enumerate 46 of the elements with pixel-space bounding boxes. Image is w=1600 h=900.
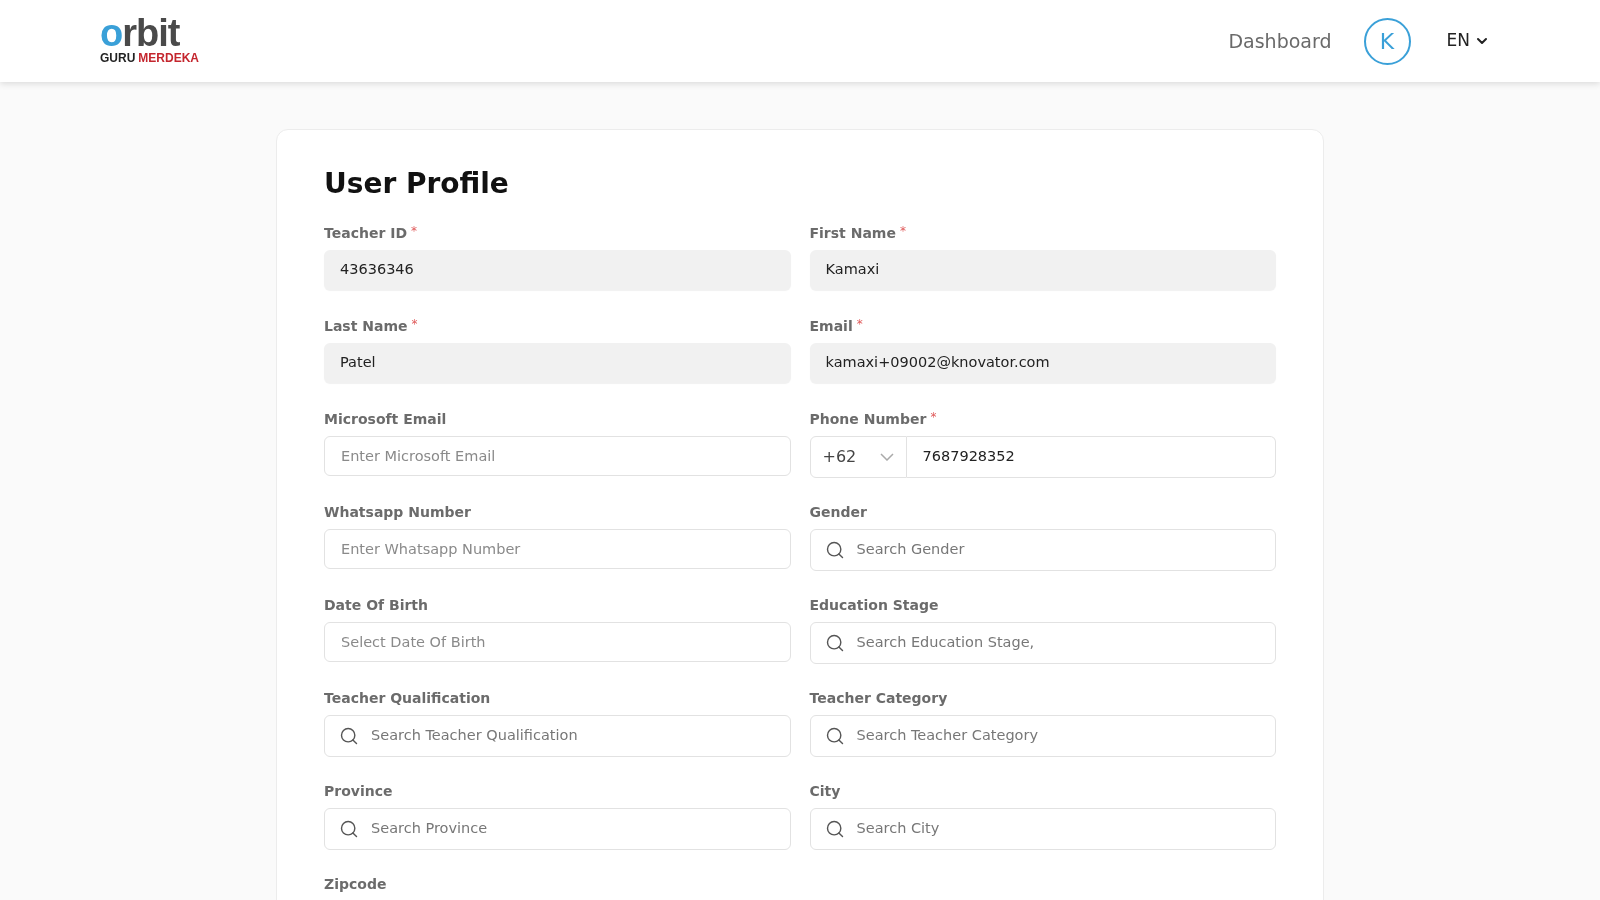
- field-label: Zipcode: [324, 875, 387, 893]
- required-asterisk: *: [856, 317, 863, 331]
- field-label: Teacher Qualification: [324, 689, 491, 707]
- input-field[interactable]: kamaxi+09002@knovator.com: [809, 343, 1276, 383]
- input-field[interactable]: 7687928352: [906, 436, 1276, 478]
- search-icon: [824, 726, 845, 746]
- field-label: Province: [324, 782, 393, 800]
- search-icon: [824, 819, 845, 839]
- input-field[interactable]: Kamaxi: [809, 250, 1276, 290]
- search-icon: [824, 540, 845, 560]
- search-icon: [339, 726, 359, 746]
- country-code-select[interactable]: +62: [809, 436, 907, 478]
- search-icon: [824, 633, 845, 653]
- field-label: Gender: [809, 503, 867, 521]
- field-label: First Name: [809, 224, 896, 242]
- search-field[interactable]: Search Teacher Category: [809, 715, 1276, 757]
- language-select[interactable]: EN: [1446, 28, 1490, 54]
- search-field[interactable]: Search City: [809, 808, 1276, 850]
- input-field[interactable]: Patel: [324, 343, 791, 383]
- logo[interactable]: orbit GURU MERDEKA: [100, 16, 199, 66]
- search-field[interactable]: Search Province: [324, 808, 791, 850]
- required-asterisk: *: [899, 224, 906, 238]
- input-field[interactable]: Enter Whatsapp Number: [324, 529, 791, 569]
- field-label: Teacher Category: [809, 689, 948, 707]
- search-field[interactable]: Search Education Stage,: [809, 622, 1276, 664]
- page-title: User Profile: [324, 166, 510, 202]
- input-field[interactable]: 43636346: [324, 250, 791, 290]
- search-icon: [339, 819, 359, 839]
- search-field[interactable]: Search Teacher Qualification: [324, 715, 791, 757]
- input-field[interactable]: Select Date Of Birth: [324, 622, 791, 662]
- input-field[interactable]: Enter Microsoft Email: [324, 436, 791, 476]
- field-label: Education Stage: [809, 596, 939, 614]
- field-label: City: [809, 782, 841, 800]
- field-label: Date Of Birth: [324, 596, 429, 614]
- search-field[interactable]: Search Gender: [809, 529, 1276, 571]
- required-asterisk: *: [411, 224, 417, 238]
- field-label: Phone Number: [809, 410, 927, 428]
- required-asterisk: *: [930, 410, 937, 424]
- chevron-down-icon: [879, 453, 894, 461]
- field-label: Email: [809, 317, 853, 335]
- field-label: Whatsapp Number: [324, 503, 471, 521]
- field-label: Teacher ID: [324, 224, 407, 242]
- field-label: Microsoft Email: [324, 410, 447, 428]
- dashboard-link[interactable]: Dashboard: [1228, 26, 1332, 56]
- field-label: Last Name: [324, 317, 408, 335]
- required-asterisk: *: [411, 317, 418, 331]
